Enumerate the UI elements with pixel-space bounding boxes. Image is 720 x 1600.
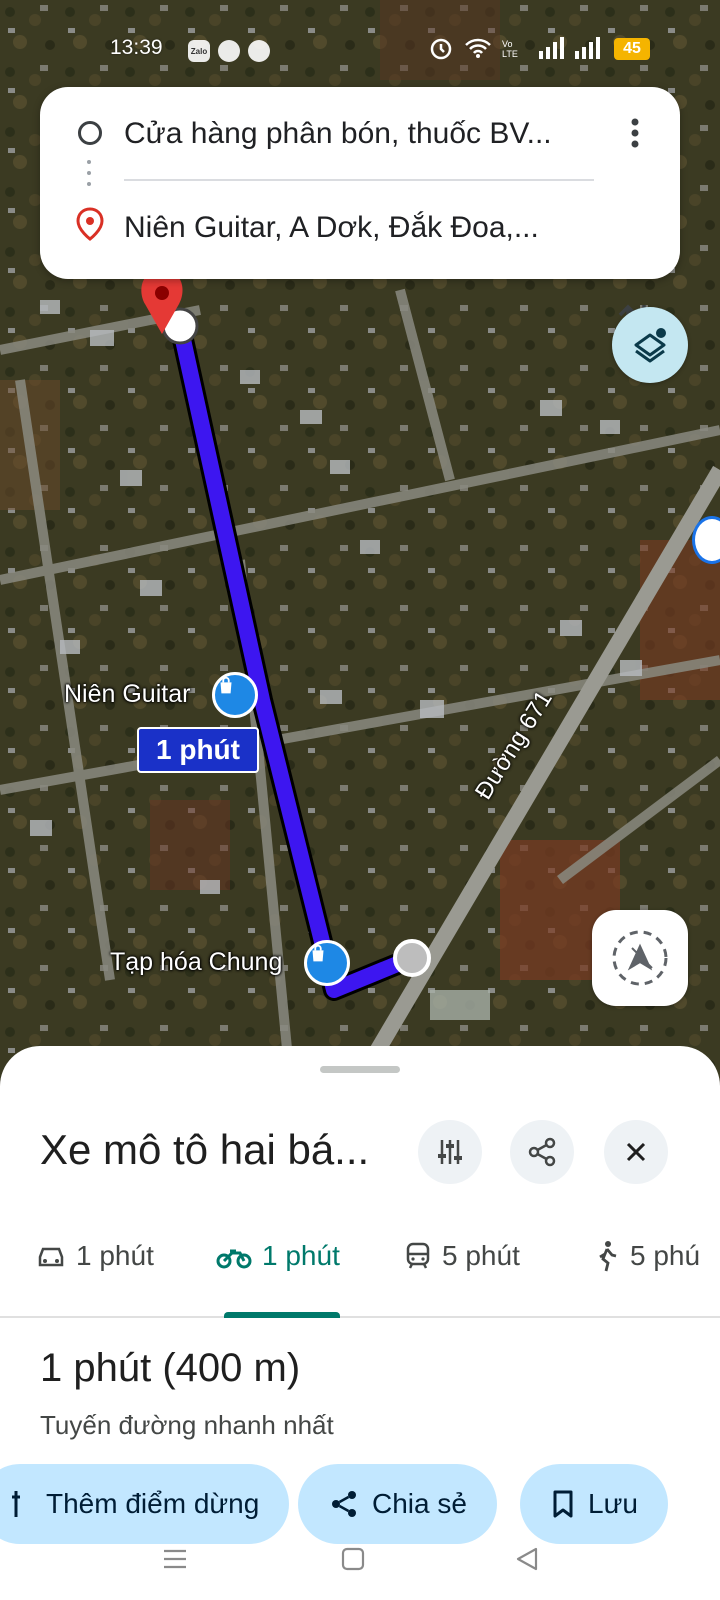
layers-button[interactable] <box>612 307 688 383</box>
poi-label-nien-guitar[interactable]: Niên Guitar <box>64 680 190 709</box>
home-icon[interactable] <box>340 1546 366 1572</box>
origin-text[interactable]: Cửa hàng phân bón, thuốc BV... <box>124 117 584 151</box>
tune-icon <box>438 1140 462 1164</box>
share-icon <box>332 1491 356 1517</box>
shopping-bag-icon[interactable] <box>304 940 350 986</box>
transit-icon <box>406 1242 430 1269</box>
motorbike-icon <box>216 1249 252 1269</box>
route-description: Tuyến đường nhanh nhất <box>40 1410 334 1440</box>
tab-car[interactable]: 1 phút <box>36 1196 154 1316</box>
compass-off-icon <box>612 930 668 986</box>
travel-mode-tabs: 1 phút 1 phút 5 phút 5 phú <box>0 1196 720 1318</box>
shopping-bag-icon[interactable] <box>212 672 258 718</box>
zalo-icon: Zalo <box>188 40 210 62</box>
tab-transit[interactable]: 5 phút <box>404 1196 520 1316</box>
more-vert-icon[interactable] <box>620 113 650 153</box>
tab-car-label: 1 phút <box>76 1240 154 1271</box>
directions-sheet: Xe mô tô hai bá... 1 phút 1 phút 5 phút … <box>0 1046 720 1600</box>
system-nav-bar <box>0 1520 720 1600</box>
poi-label-tap-hoa-chung[interactable]: Tạp hóa Chung <box>110 948 282 977</box>
close-icon <box>626 1142 646 1162</box>
volte-icon: VoLTE <box>502 39 518 59</box>
origin-field[interactable]: Cửa hàng phân bón, thuốc BV... <box>40 87 680 177</box>
walk-icon <box>599 1241 617 1272</box>
origin-circle-icon <box>78 121 102 145</box>
signal-icon <box>539 37 564 59</box>
route-duration: 1 phút (400 m) <box>40 1346 301 1390</box>
wifi-icon <box>465 38 491 58</box>
location-pin-icon <box>76 207 104 241</box>
status-bar: 13:39 Zalo Vo LTE 45 <box>0 28 720 68</box>
messenger-icon <box>218 40 240 62</box>
menu-icon[interactable] <box>162 1546 188 1572</box>
tab-walk-label: 5 phú <box>630 1240 701 1271</box>
active-tab-indicator <box>224 1312 340 1318</box>
bookmark-icon <box>553 1490 573 1518</box>
alarm-icon <box>430 38 452 60</box>
recenter-button[interactable] <box>592 910 688 1006</box>
save-label: Lưu <box>588 1488 638 1519</box>
add-stop-icon <box>12 1491 20 1517</box>
status-time: 13:39 <box>110 36 163 59</box>
route-search-card: Cửa hàng phân bón, thuốc BV... Niên Guit… <box>40 87 680 338</box>
tab-motorbike-label: 1 phút <box>262 1240 340 1271</box>
svg-text:LTE: LTE <box>502 49 518 59</box>
share-icon <box>528 1137 556 1167</box>
messenger-icon <box>248 40 270 62</box>
back-icon[interactable] <box>514 1546 540 1572</box>
status-icons: Vo LTE <box>428 36 600 60</box>
share-chip-label: Chia sẻ <box>372 1488 467 1519</box>
layers-icon <box>634 328 666 363</box>
drag-handle[interactable] <box>320 1066 400 1073</box>
options-button[interactable] <box>418 1120 482 1184</box>
add-stop-label: Thêm điểm dừng <box>46 1488 260 1519</box>
svg-text:Vo: Vo <box>502 39 513 49</box>
share-button[interactable] <box>510 1120 574 1184</box>
route-duration-tag: 1 phút <box>137 727 259 773</box>
tab-motorbike[interactable]: 1 phút <box>216 1196 340 1316</box>
close-button[interactable] <box>604 1120 668 1184</box>
destination-field[interactable]: Niên Guitar, A Dơk, Đắk Đoa,... <box>40 181 680 338</box>
battery-indicator: 45 <box>614 38 650 60</box>
car-icon <box>38 1247 64 1267</box>
tab-transit-label: 5 phút <box>442 1240 520 1271</box>
destination-text[interactable]: Niên Guitar, A Dơk, Đắk Đoa,... <box>124 211 584 245</box>
signal-icon <box>575 37 600 59</box>
tab-walk[interactable]: 5 phú <box>594 1196 700 1316</box>
travel-mode-title: Xe mô tô hai bá... <box>40 1126 370 1173</box>
